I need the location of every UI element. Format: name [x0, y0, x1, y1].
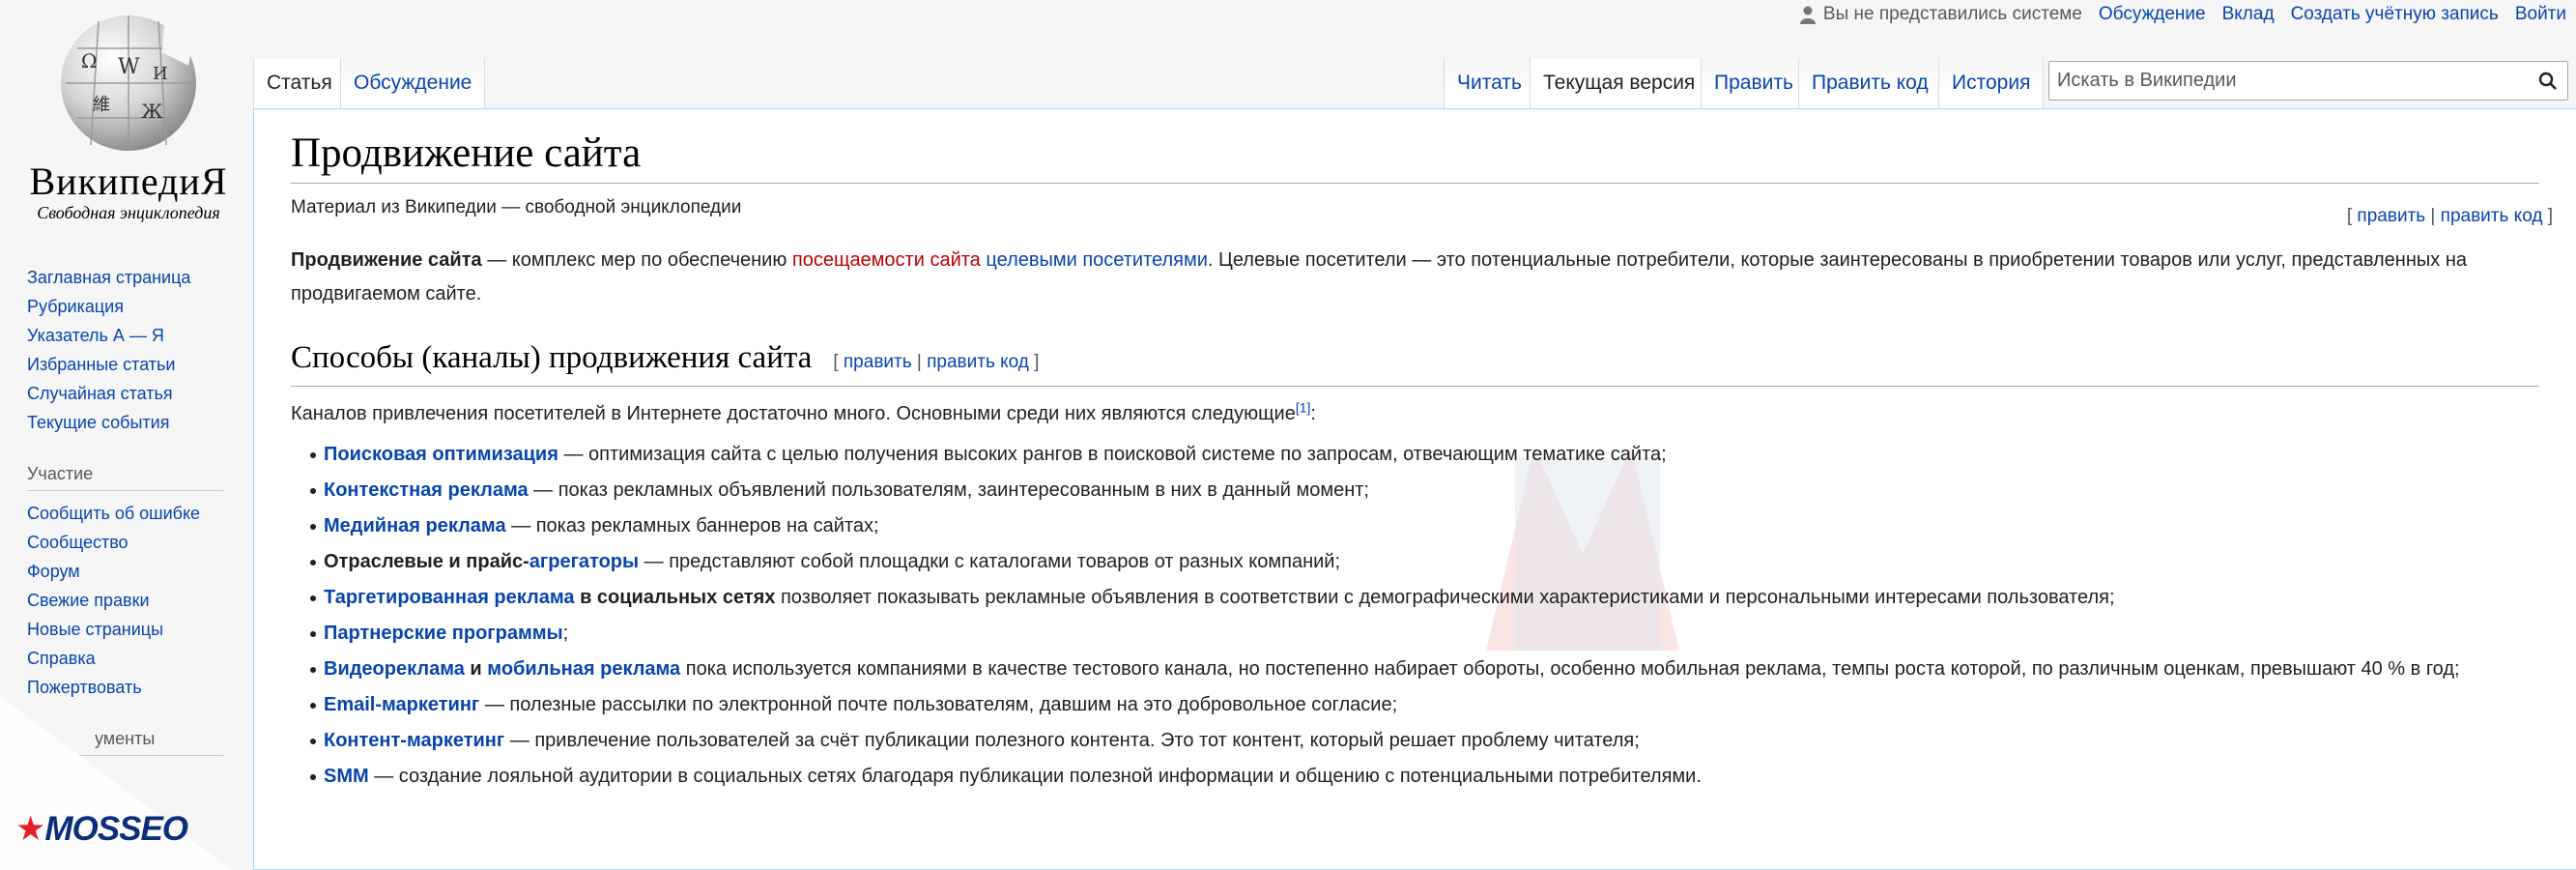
list-item-link[interactable]: Контекстная реклама: [324, 479, 529, 501]
list-item-link[interactable]: Поисковая оптимизация: [324, 444, 558, 465]
list-item-bold: и: [464, 658, 488, 680]
sidebar-heading-participation: Участие: [27, 464, 223, 491]
sidebar-item-forum[interactable]: Форум: [27, 557, 240, 586]
wikipedia-logo[interactable]: Ω W И 維 Ж ВикипедиЯ Свободная энциклопед…: [8, 8, 249, 222]
brand-watermark: ★MOSSEO: [15, 810, 188, 849]
sidebar-item-index[interactable]: Указатель А — Я: [27, 321, 240, 350]
list-item-link[interactable]: Медийная реклама: [324, 515, 506, 536]
personal-link-login[interactable]: Войти: [2515, 4, 2566, 25]
site-subtitle: Материал из Википедии — свободной энцикл…: [291, 197, 742, 218]
tab-edit-source[interactable]: Править код: [1798, 58, 1941, 108]
list-item: Поисковая оптимизация — оптимизация сайт…: [310, 437, 2539, 473]
sidebar-item-featured[interactable]: Избранные статьи: [27, 350, 240, 379]
logo-wordmark: ВикипедиЯ: [29, 160, 228, 203]
reference-link[interactable]: [1]: [1296, 399, 1311, 415]
list-item-link[interactable]: агрегаторы: [530, 551, 639, 572]
list-item-link[interactable]: Email-маркетинг: [324, 694, 479, 715]
svg-text:W: W: [118, 55, 140, 79]
sidebar-item-categories[interactable]: Рубрикация: [27, 292, 240, 321]
list-item: Таргетированная реклама в социальных сет…: [310, 580, 2539, 616]
section-lead: Каналов привлечения посетителей в Интерн…: [291, 399, 1316, 424]
sidebar-item-report-error[interactable]: Сообщить об ошибке: [27, 499, 240, 528]
section-title: Способы (каналы) продвижения сайта: [291, 340, 813, 375]
star-icon: ★: [15, 810, 45, 848]
list-item-link[interactable]: Контент-маркетинг: [324, 730, 504, 751]
intro-link-traffic[interactable]: посещаемости сайта: [792, 249, 981, 271]
personal-tools: Вы не представились системе Обсуждение В…: [1799, 0, 2566, 29]
personal-link-talk[interactable]: Обсуждение: [2099, 4, 2206, 25]
list-item-bold: Отраслевые и прайс-: [324, 551, 530, 572]
svg-text:維: 維: [93, 95, 110, 115]
section-lead-text: Каналов привлечения посетителей в Интерн…: [291, 403, 1296, 424]
tab-article[interactable]: Статья: [253, 58, 345, 108]
svg-text:И: И: [153, 64, 168, 84]
anon-user: Вы не представились системе: [1799, 4, 2082, 25]
page-title: Продвижение сайта: [291, 129, 2539, 184]
list-item: Видеореклама и мобильная реклама пока ис…: [310, 652, 2539, 687]
brand-name: MOSSEO: [44, 810, 188, 848]
list-item: Контент-маркетинг — привлечение пользова…: [310, 723, 2539, 759]
list-item-link[interactable]: Таргетированная реклама: [324, 587, 575, 608]
top-edit-code-link[interactable]: править код: [2441, 206, 2543, 226]
search-button[interactable]: [2529, 62, 2567, 100]
sidebar-item-random[interactable]: Случайная статья: [27, 379, 240, 408]
sidebar-item-main-page[interactable]: Заглавная страница: [27, 263, 240, 292]
top-edit-links: [ править | править код ]: [2346, 206, 2553, 226]
list-item-link[interactable]: мобильная реклама: [487, 658, 680, 680]
list-item: Отраслевые и прайс-агрегаторы — представ…: [310, 544, 2539, 580]
list-item: Контекстная реклама — показ рекламных об…: [310, 473, 2539, 508]
sidebar-item-recent-changes[interactable]: Свежие правки: [27, 586, 240, 615]
list-item-link[interactable]: Видеореклама: [324, 658, 465, 680]
tab-history[interactable]: История: [1938, 58, 2045, 108]
list-item: Медийная реклама — показ рекламных банне…: [310, 508, 2539, 544]
personal-link-create-account[interactable]: Создать учётную запись: [2291, 4, 2499, 25]
tab-talk[interactable]: Обсуждение: [340, 58, 486, 108]
sidebar-item-current-events[interactable]: Текущие события: [27, 408, 240, 437]
list-item: SMM — создание лояльной аудитории в соци…: [310, 759, 2539, 795]
logo-tagline: Свободная энциклопедия: [37, 203, 220, 222]
sidebar: Заглавная страница Рубрикация Указатель …: [27, 263, 240, 764]
intro-paragraph: Продвижение сайта — комплекс мер по обес…: [291, 244, 2539, 311]
search-input[interactable]: [2049, 62, 2529, 100]
list-item-link[interactable]: Партнерские программы: [324, 623, 563, 644]
section-edit-code-link[interactable]: править код: [927, 352, 1029, 372]
sidebar-item-new-pages[interactable]: Новые страницы: [27, 615, 240, 644]
svg-text:Ω: Ω: [81, 49, 98, 72]
puzzle-globe-icon: Ω W И 維 Ж: [61, 15, 196, 151]
section-edit-link[interactable]: править: [844, 352, 912, 372]
intro-bold: Продвижение сайта: [291, 249, 482, 271]
list-item: Email-маркетинг — полезные рассылки по э…: [310, 687, 2539, 723]
intro-text-1: — комплекс мер по обеспечению: [481, 249, 792, 271]
search-box: [2048, 61, 2568, 101]
user-icon: [1799, 6, 1816, 24]
list-item: Партнерские программы;: [310, 616, 2539, 652]
svg-text:Ж: Ж: [141, 100, 163, 123]
tab-edit[interactable]: Править: [1701, 58, 1806, 108]
channels-list: Поисковая оптимизация — оптимизация сайт…: [310, 437, 2539, 795]
intro-link-target-visitors[interactable]: целевыми посетителями: [986, 249, 1208, 271]
section-heading: Способы (каналы) продвижения сайта [ пра…: [291, 338, 2539, 387]
tab-current-version[interactable]: Текущая версия: [1530, 58, 1708, 108]
personal-link-contributions[interactable]: Вклад: [2222, 4, 2275, 25]
list-item-link[interactable]: SMM: [324, 766, 369, 787]
top-edit-link[interactable]: править: [2357, 206, 2425, 226]
tab-read[interactable]: Читать: [1444, 58, 1534, 108]
search-icon: [2538, 72, 2557, 90]
list-item-bold: в социальных сетях: [574, 587, 776, 608]
sidebar-item-community[interactable]: Сообщество: [27, 528, 240, 557]
sidebar-item-help[interactable]: Справка: [27, 644, 240, 673]
anon-user-label: Вы не представились системе: [1822, 4, 2082, 24]
content-area: Продвижение сайта Материал из Википедии …: [253, 108, 2576, 870]
section-edit-links: [ править | править код ]: [833, 352, 1040, 372]
